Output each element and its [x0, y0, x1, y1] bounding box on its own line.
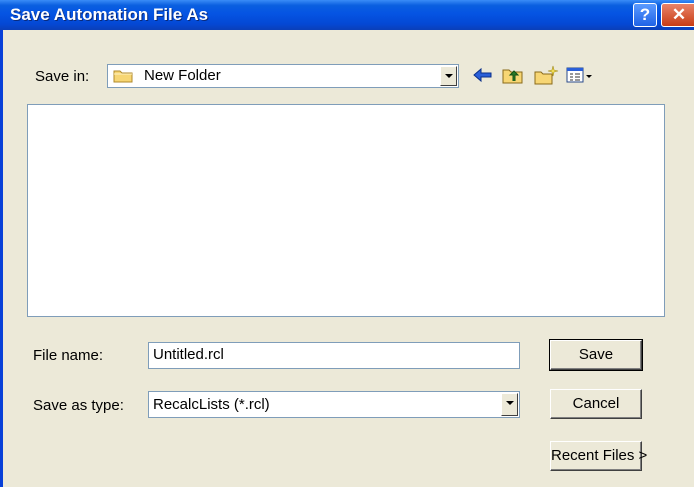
window-title: Save Automation File As	[10, 5, 209, 24]
close-button[interactable]: ✕	[661, 3, 694, 27]
back-icon[interactable]	[471, 64, 495, 86]
save-in-label: Save in:	[35, 68, 90, 85]
file-name-field[interactable]: Untitled.rcl	[148, 342, 520, 369]
recent-files-button[interactable]: Recent Files >	[550, 441, 647, 471]
help-button[interactable]: ?	[633, 3, 657, 27]
save-button[interactable]: Save	[549, 339, 643, 371]
save-dialog: Save Automation File As ? ✕ Save in: New…	[0, 0, 694, 487]
title-bar: Save Automation File As ? ✕	[0, 0, 694, 30]
save-in-value: New Folder	[144, 67, 221, 84]
folder-icon	[113, 68, 135, 88]
save-as-type-dropdown-button[interactable]	[501, 393, 518, 416]
save-in-dropdown-button[interactable]	[440, 66, 457, 86]
cancel-button[interactable]: Cancel	[550, 389, 642, 419]
file-name-value: Untitled.rcl	[153, 346, 224, 363]
save-as-type-label: Save as type:	[33, 397, 124, 414]
save-as-type-value: RecalcLists (*.rcl)	[153, 396, 270, 413]
up-one-level-icon[interactable]	[501, 64, 525, 86]
file-list[interactable]	[27, 104, 665, 317]
view-menu-icon[interactable]	[565, 64, 597, 86]
save-as-type-combo[interactable]: RecalcLists (*.rcl)	[148, 391, 520, 418]
new-folder-icon[interactable]	[533, 64, 559, 86]
file-name-label: File name:	[33, 347, 104, 364]
save-in-combo[interactable]: New Folder	[107, 64, 459, 88]
